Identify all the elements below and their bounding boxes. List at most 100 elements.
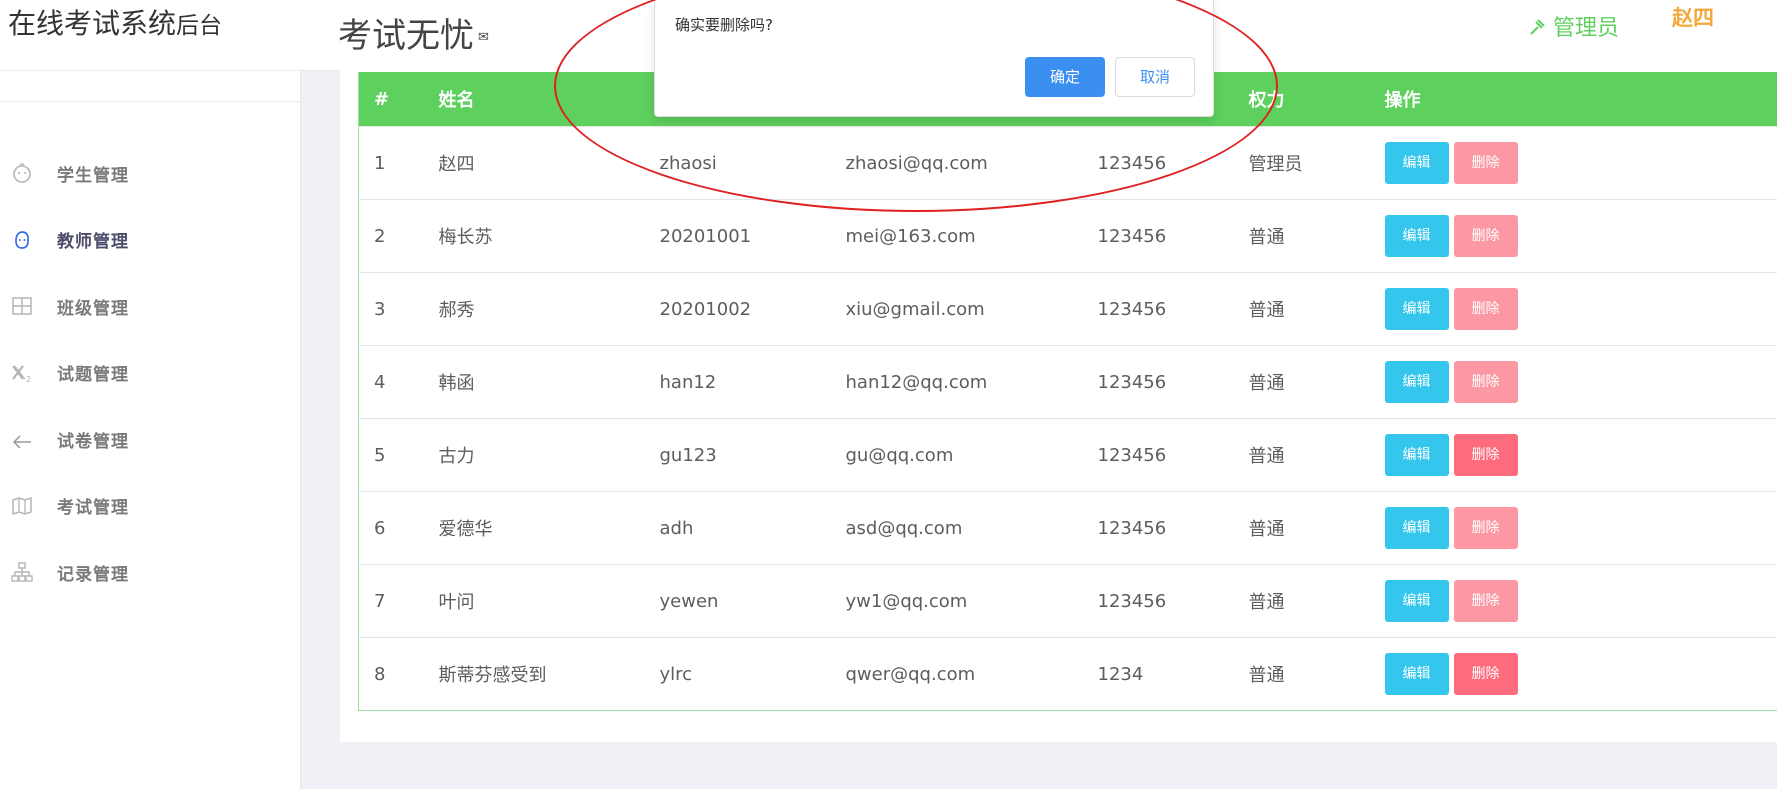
cell-actions: 编辑 删除 — [1384, 345, 1777, 419]
grid-icon — [11, 295, 33, 317]
cell-actions: 编辑 删除 — [1384, 491, 1777, 565]
map-icon — [11, 495, 33, 517]
cell-no: 6 — [358, 491, 439, 565]
cell-no: 1 — [358, 126, 439, 200]
cell-actions: 编辑 删除 — [1384, 126, 1777, 200]
delete-button[interactable]: 删除 — [1453, 288, 1518, 330]
cell-name: 韩函 — [438, 345, 660, 419]
user-name[interactable]: 赵四 — [1672, 2, 1714, 32]
cell-role: 普通 — [1248, 564, 1385, 638]
cell-name: 赵四 — [438, 126, 660, 200]
sidebar-item-question[interactable]: 2 试题管理 — [0, 340, 300, 407]
cell-no: 7 — [358, 564, 439, 638]
table-row: 2 梅长苏 20201001 mei@163.com 123456 普通 编辑删… — [358, 199, 1777, 273]
sidebar-item-label: 学生管理 — [57, 165, 129, 186]
cell-email: gu@qq.com — [845, 418, 1098, 492]
sidebar-divider — [0, 70, 300, 71]
cell-account: yewen — [659, 564, 846, 638]
formula-icon: 2 — [11, 362, 33, 384]
column-header: 姓名 — [438, 72, 660, 127]
cell-name: 斯蒂芬感受到 — [438, 637, 660, 711]
cell-email: zhaosi@qq.com — [845, 126, 1098, 200]
cell-role: 普通 — [1248, 637, 1385, 711]
cell-role: 普通 — [1248, 345, 1385, 419]
cell-password: 123456 — [1097, 199, 1249, 273]
delete-button[interactable]: 删除 — [1453, 507, 1518, 549]
cell-no: 8 — [358, 637, 439, 711]
delete-button[interactable]: 删除 — [1453, 361, 1518, 403]
table-row: 7 叶问 yewen yw1@qq.com 123456 普通 编辑 删除 — [358, 564, 1777, 638]
cell-password: 123456 — [1097, 564, 1249, 638]
table-row: 5 古力 gu123 gu@qq.com 123456 普通 编辑 删除 — [358, 418, 1777, 492]
role-label[interactable]: 管理员 — [1528, 10, 1619, 42]
app-subtitle: 后台 — [176, 13, 223, 39]
sitemap-icon — [11, 561, 33, 583]
cancel-button[interactable]: 取消 — [1115, 57, 1195, 97]
cell-name: 梅长苏 — [438, 199, 660, 273]
cell-name: 古力 — [438, 418, 660, 492]
table-row: 8 斯蒂芬感受到 ylrc qwer@qq.com 1234 普通 编辑 删除 — [358, 637, 1777, 711]
cell-name: 郝秀 — [438, 272, 660, 346]
delete-button[interactable]: 删除 — [1453, 215, 1518, 257]
svg-text:2: 2 — [26, 375, 31, 384]
sidebar-item-paper[interactable]: 试卷管理 — [0, 406, 300, 473]
cell-email: han12@qq.com — [845, 345, 1098, 419]
page-title-text: 考试无忧 — [338, 16, 474, 56]
column-header: 操作 — [1384, 72, 1777, 127]
cell-actions: 编辑 删除 — [1384, 199, 1777, 273]
sidebar-divider — [0, 101, 300, 102]
sidebar-item-label: 考试管理 — [57, 498, 129, 519]
edit-button[interactable]: 编辑 — [1384, 142, 1449, 184]
edit-button[interactable]: 编辑 — [1384, 507, 1449, 549]
cell-actions: 编辑 删除 — [1384, 418, 1777, 492]
cell-role: 管理员 — [1248, 126, 1385, 200]
teacher-table: # 姓名 码 权力 操作 1 赵四 zhaosi zhaosi@qq.com 1… — [358, 72, 1777, 711]
sidebar-item-label: 教师管理 — [57, 232, 129, 253]
edit-button[interactable]: 编辑 — [1384, 580, 1449, 622]
cell-email: mei@163.com — [845, 199, 1098, 273]
edit-button[interactable]: 编辑 — [1384, 434, 1449, 476]
column-header: 权力 — [1248, 72, 1385, 127]
edit-button[interactable]: 编辑 — [1384, 361, 1449, 403]
cell-role: 普通 — [1248, 418, 1385, 492]
sidebar-item-record[interactable]: 记录管理 — [0, 539, 300, 606]
cell-email: qwer@qq.com — [845, 637, 1098, 711]
cell-name: 叶问 — [438, 564, 660, 638]
edit-button[interactable]: 编辑 — [1384, 288, 1449, 330]
face-icon — [11, 229, 33, 251]
envelope-icon: ✉ — [478, 30, 489, 45]
cell-actions: 编辑 删除 — [1384, 564, 1777, 638]
confirm-button[interactable]: 确定 — [1025, 57, 1105, 97]
cell-account: adh — [659, 491, 846, 565]
edit-button[interactable]: 编辑 — [1384, 653, 1449, 695]
cell-actions: 编辑 删除 — [1384, 637, 1777, 711]
confirm-message: 确实要删除吗? — [675, 16, 773, 34]
table-row: 4 韩函 han12 han12@qq.com 123456 普通 编辑 删除 — [358, 345, 1777, 419]
app-brand: 在线考试系统后台 — [8, 2, 222, 42]
cell-account: zhaosi — [659, 126, 846, 200]
delete-button[interactable]: 删除 — [1453, 142, 1518, 184]
cell-name: 爱德华 — [438, 491, 660, 565]
role-text: 管理员 — [1553, 16, 1620, 41]
column-header: # — [358, 72, 439, 127]
sidebar-item-exam[interactable]: 考试管理 — [0, 473, 300, 540]
cell-account: 20201001 — [659, 199, 846, 273]
sidebar-item-student[interactable]: 学生管理 — [0, 140, 300, 207]
sidebar-item-teacher[interactable]: 教师管理 — [0, 207, 300, 274]
cell-email: asd@qq.com — [845, 491, 1098, 565]
edit-button[interactable]: 编辑 — [1384, 215, 1449, 257]
sidebar-item-class[interactable]: 班级管理 — [0, 273, 300, 340]
cell-account: gu123 — [659, 418, 846, 492]
page-title: 考试无忧 ✉ — [338, 8, 489, 57]
content-card: # 姓名 码 权力 操作 1 赵四 zhaosi zhaosi@qq.com 1… — [340, 70, 1777, 742]
delete-button[interactable]: 删除 — [1453, 653, 1518, 695]
table-row: 3 郝秀 20201002 xiu@gmail.com 123456 普通 编辑… — [358, 272, 1777, 346]
delete-button[interactable]: 删除 — [1453, 580, 1518, 622]
arrow-left-icon — [11, 428, 33, 450]
sidebar: 在线考试系统后台 学生管理 教师管理 班级管理 2 试题管理 试卷管理 考试管理… — [0, 0, 301, 789]
cell-email: yw1@qq.com — [845, 564, 1098, 638]
delete-button[interactable]: 删除 — [1453, 434, 1518, 476]
sidebar-item-label: 试题管理 — [57, 365, 129, 386]
cell-no: 4 — [358, 345, 439, 419]
cell-password: 123456 — [1097, 491, 1249, 565]
